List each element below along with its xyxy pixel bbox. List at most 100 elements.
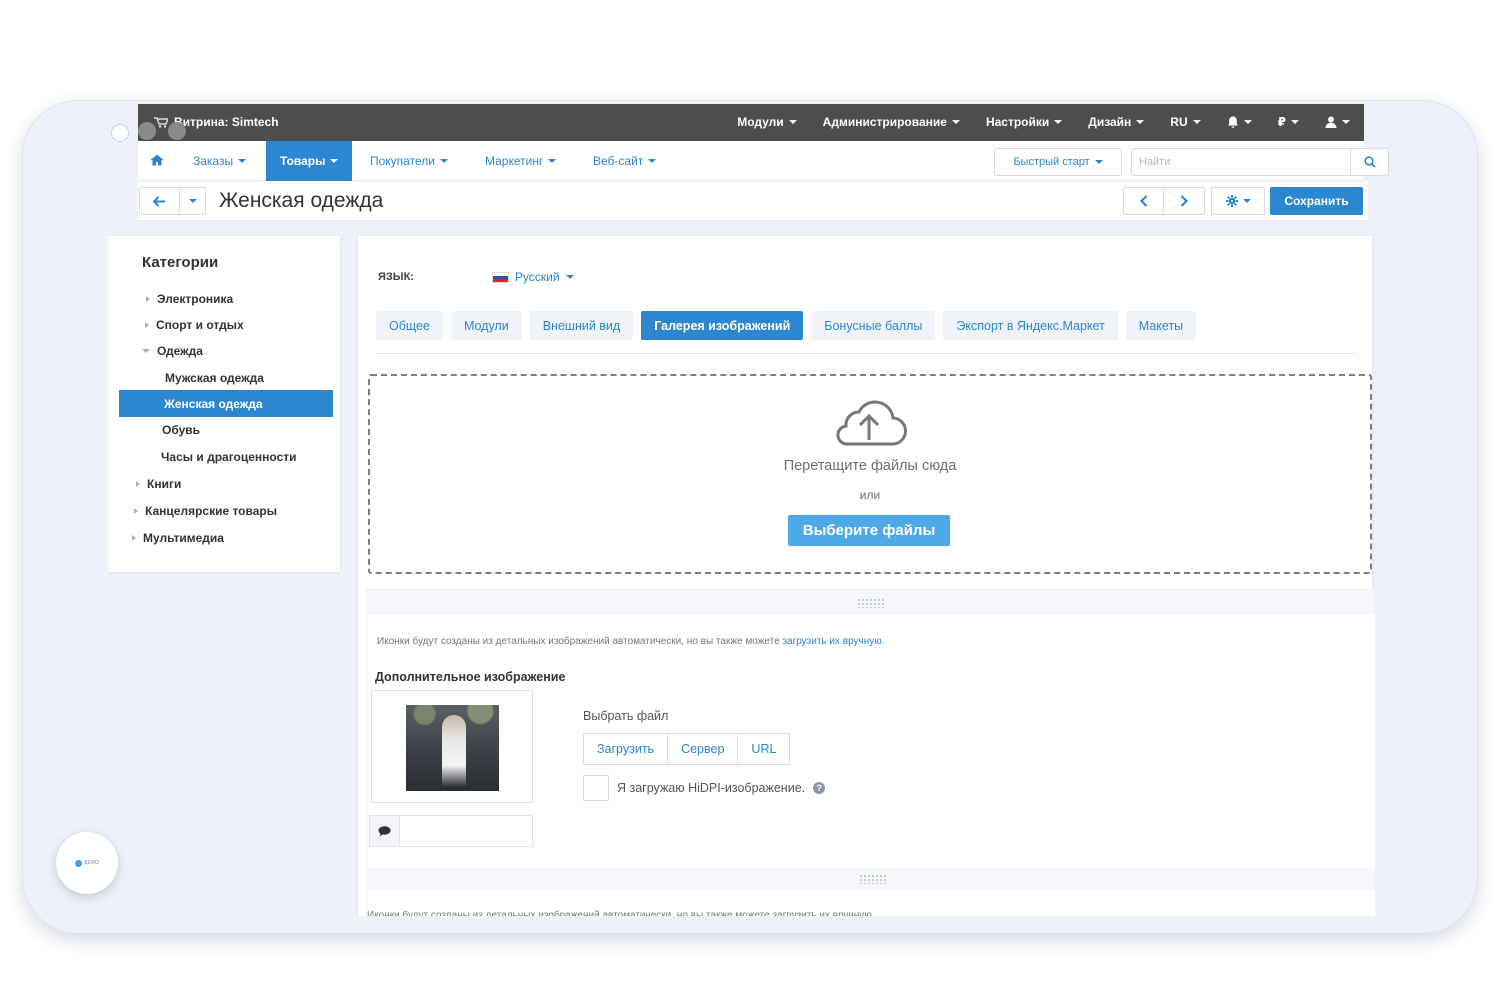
search-button[interactable] — [1350, 148, 1389, 176]
comment-icon — [370, 816, 400, 846]
language-label: ЯЗЫК: — [378, 271, 414, 283]
caret-down-icon — [548, 159, 557, 163]
search-input[interactable]: Найти — [1131, 148, 1357, 176]
icons-hint-repeat: Иконки будут созданы из детальных изобра… — [367, 910, 872, 916]
tab-general[interactable]: Общее — [376, 311, 443, 340]
next-button[interactable] — [1164, 187, 1205, 215]
top-menu: Модули Администрирование Настройки Дизай… — [737, 115, 1350, 129]
expand-right-icon — [136, 481, 140, 487]
demo-badge[interactable]: ДЕМО — [56, 832, 118, 894]
caret-down-icon — [1136, 120, 1145, 124]
category-stationery[interactable]: Канцелярские товары — [134, 504, 277, 518]
nav-marketing[interactable]: Маркетинг — [485, 141, 557, 181]
tab-yandex-export[interactable]: Экспорт в Яндекс.Маркет — [943, 311, 1118, 340]
menu-language[interactable]: RU — [1170, 115, 1201, 129]
category-multimedia[interactable]: Мультимедиа — [132, 531, 224, 545]
caret-down-icon — [1291, 120, 1299, 124]
prev-button[interactable] — [1123, 187, 1164, 215]
main-nav: Заказы Товары Покупатели Маркетинг Веб-с… — [138, 141, 1389, 181]
caret-down-icon — [1094, 160, 1103, 164]
menu-settings[interactable]: Настройки — [986, 115, 1063, 129]
user-icon — [1325, 116, 1337, 128]
caret-down-icon — [951, 120, 960, 124]
tabs-divider — [376, 353, 1358, 354]
tab-layouts[interactable]: Макеты — [1125, 311, 1197, 340]
additional-image-heading: Дополнительное изображение — [375, 670, 566, 684]
nav-orders[interactable]: Заказы — [193, 141, 247, 181]
category-womens-clothing[interactable]: Женская одежда — [164, 397, 263, 411]
menu-design[interactable]: Дизайн — [1088, 115, 1145, 129]
category-mens-clothing[interactable]: Мужская одежда — [165, 371, 264, 385]
categories-sidebar: Категории Электроника Спорт и отдых Одеж… — [108, 236, 340, 572]
tab-modules[interactable]: Модули — [450, 311, 522, 340]
product-tabs: Общее Модули Внешний вид Галерея изображ… — [376, 311, 1197, 340]
chevron-right-icon — [1180, 195, 1188, 207]
menu-administration[interactable]: Администрирование — [823, 115, 960, 129]
back-button[interactable] — [139, 187, 180, 215]
upload-manually-link[interactable]: загрузить их вручную — [782, 636, 881, 647]
tab-image-gallery[interactable]: Галерея изображений — [641, 311, 804, 340]
caret-down-icon — [1342, 120, 1350, 124]
caret-down-icon — [238, 159, 247, 163]
caret-down-icon — [188, 199, 197, 203]
url-source-button[interactable]: URL — [738, 734, 789, 764]
caret-down-icon — [1243, 120, 1252, 124]
category-watches[interactable]: Часы и драгоценности — [161, 450, 297, 464]
menu-modules[interactable]: Модули — [737, 115, 797, 129]
cart-icon — [154, 117, 168, 128]
russia-flag-icon — [492, 271, 509, 283]
drag-handle-bar[interactable] — [367, 590, 1375, 615]
tab-bonus-points[interactable]: Бонусные баллы — [811, 311, 936, 340]
drag-handle-icon — [857, 598, 885, 608]
choose-file-label: Выбрать файл — [583, 709, 669, 723]
product-image-thumbnail[interactable] — [406, 705, 499, 791]
title-bar: Женская одежда Сохранить — [138, 181, 1368, 221]
expand-down-icon — [142, 349, 150, 353]
save-button[interactable]: Сохранить — [1270, 187, 1363, 215]
nav-website[interactable]: Веб-сайт — [593, 141, 657, 181]
drag-handle-icon — [859, 874, 887, 884]
choose-files-button[interactable]: Выберите файлы — [788, 515, 950, 546]
settings-dropdown-button[interactable] — [1211, 187, 1265, 215]
home-icon[interactable] — [150, 154, 164, 166]
drag-handle-bar[interactable] — [367, 868, 1375, 890]
category-electronics[interactable]: Электроника — [146, 292, 233, 306]
back-dropdown-button[interactable] — [180, 187, 206, 215]
expand-right-icon — [132, 535, 136, 541]
additional-image-section: Иконки будут созданы из детальных изобра… — [366, 589, 1376, 916]
quickstart-button[interactable]: Быстрый старт — [994, 148, 1122, 176]
file-source-group: Загрузить Сервер URL — [583, 733, 791, 765]
sidebar-heading: Категории — [142, 254, 219, 271]
server-source-button[interactable]: Сервер — [668, 734, 739, 764]
menu-currency[interactable]: ₽ — [1278, 115, 1299, 129]
menu-user[interactable] — [1325, 115, 1350, 129]
caret-down-icon — [330, 159, 339, 163]
arrow-left-icon — [153, 195, 165, 207]
expand-right-icon — [146, 296, 150, 302]
category-shoes[interactable]: Обувь — [162, 423, 200, 437]
chevron-left-icon — [1139, 195, 1147, 207]
file-dropzone[interactable]: Перетащите файлы сюда или Выберите файлы — [368, 374, 1372, 574]
upload-source-button[interactable]: Загрузить — [584, 734, 669, 764]
language-select[interactable]: Русский — [492, 270, 574, 284]
nav-products[interactable]: Товары — [266, 141, 353, 181]
nav-customers[interactable]: Покупатели — [370, 141, 448, 181]
menu-notifications[interactable] — [1227, 115, 1252, 129]
caret-down-icon — [565, 275, 574, 279]
category-sport[interactable]: Спорт и отдых — [145, 318, 244, 332]
tab-appearance[interactable]: Внешний вид — [529, 311, 634, 340]
hidpi-checkbox[interactable] — [583, 775, 609, 801]
caret-down-icon — [788, 120, 797, 124]
caret-down-icon — [1242, 199, 1251, 203]
image-alt-field[interactable] — [369, 815, 533, 847]
category-books[interactable]: Книги — [136, 477, 181, 491]
prev-next-group — [1123, 187, 1205, 215]
help-icon[interactable]: ? — [813, 782, 826, 794]
hidpi-label: Я загружаю HiDPI-изображение. — [617, 781, 806, 795]
caret-down-icon — [648, 159, 657, 163]
expand-right-icon — [134, 508, 138, 514]
caret-down-icon — [1054, 120, 1063, 124]
category-clothing[interactable]: Одежда — [142, 344, 203, 358]
icons-hint: Иконки будут созданы из детальных изобра… — [377, 636, 885, 647]
page-title: Женская одежда — [219, 189, 384, 212]
